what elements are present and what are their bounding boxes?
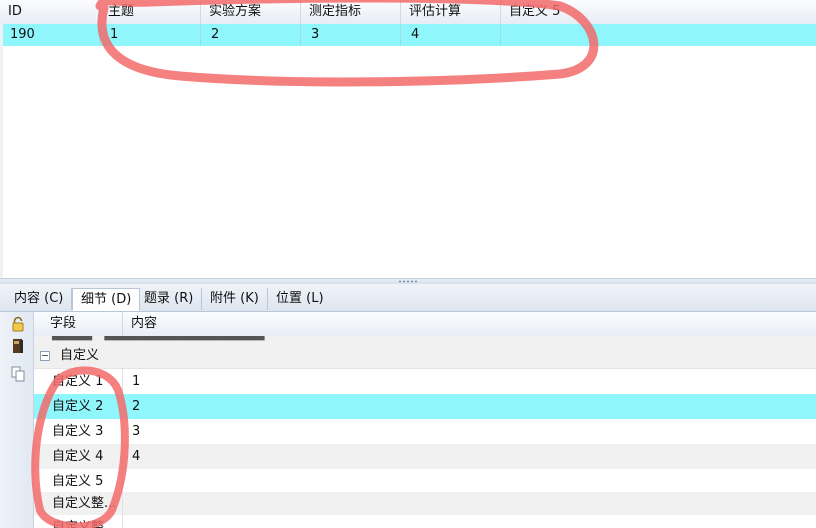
- detail-tabstrip: 内容 (C) 细节 (D) 题录 (R) 附件 (K) 位置 (L): [0, 284, 816, 312]
- clipped-row: ▇▇▇▇ ▇▇▇▇▇▇▇▇▇▇▇▇▇▇▇▇: [34, 336, 816, 344]
- cell-id: 190: [0, 24, 100, 46]
- grid-header: ID 主题 实验方案 测定指标 评估计算 自定义 5: [0, 0, 816, 25]
- tab-attachments[interactable]: 附件 (K): [202, 288, 268, 310]
- column-header-content[interactable]: 内容: [123, 312, 816, 336]
- tab-bibliography[interactable]: 题录 (R): [136, 288, 203, 310]
- group-label: 自定义: [60, 348, 100, 363]
- column-header-experiment-plan[interactable]: 实验方案: [201, 0, 301, 24]
- tab-location[interactable]: 位置 (L): [268, 288, 332, 310]
- property-row-custom-integer-2[interactable]: 自定义整: [34, 515, 816, 528]
- tab-content[interactable]: 内容 (C): [6, 288, 73, 310]
- property-row-custom-2[interactable]: 自定义 2 2: [34, 394, 816, 419]
- column-header-id[interactable]: ID: [0, 0, 100, 24]
- property-row-custom-3[interactable]: 自定义 3 3: [34, 419, 816, 444]
- property-row-custom-1[interactable]: 自定义 1 1: [34, 369, 816, 394]
- property-row-custom-5[interactable]: 自定义 5: [34, 469, 816, 494]
- book-icon[interactable]: [10, 338, 26, 354]
- grid-left-edge: [0, 24, 3, 278]
- collapse-icon[interactable]: [40, 351, 50, 361]
- column-header-custom-5[interactable]: 自定义 5: [501, 0, 816, 24]
- detail-toolbar: [0, 312, 34, 528]
- group-row-custom[interactable]: 自定义: [34, 344, 816, 369]
- column-divider: [122, 368, 123, 528]
- tab-details[interactable]: 细节 (D): [72, 288, 141, 311]
- column-header-evaluation[interactable]: 评估计算: [401, 0, 501, 24]
- property-row-custom-integer[interactable]: 自定义整...: [34, 492, 816, 515]
- lock-icon[interactable]: [10, 316, 26, 332]
- column-header-field[interactable]: 字段: [42, 312, 123, 336]
- cell-evaluation: 4: [401, 24, 501, 46]
- property-grid-header: 字段 内容: [34, 312, 816, 337]
- records-grid: ID 主题 实验方案 测定指标 评估计算 自定义 5 190 1 2 3 4: [0, 0, 816, 278]
- column-header-measure[interactable]: 测定指标: [301, 0, 401, 24]
- cell-custom-5: [501, 24, 816, 46]
- column-header-title[interactable]: 主题: [100, 0, 201, 24]
- cell-experiment-plan: 2: [201, 24, 301, 46]
- cell-measure: 3: [301, 24, 401, 46]
- copy-icon[interactable]: [10, 366, 26, 382]
- property-row-custom-4[interactable]: 自定义 4 4: [34, 444, 816, 469]
- cell-title: 1: [100, 24, 201, 46]
- field-property-grid: 字段 内容 ▇▇▇▇ ▇▇▇▇▇▇▇▇▇▇▇▇▇▇▇▇ 自定义 自定义 1 1 …: [34, 312, 816, 528]
- splitter-grip-icon: [398, 280, 418, 283]
- table-row[interactable]: 190 1 2 3 4: [0, 24, 816, 46]
